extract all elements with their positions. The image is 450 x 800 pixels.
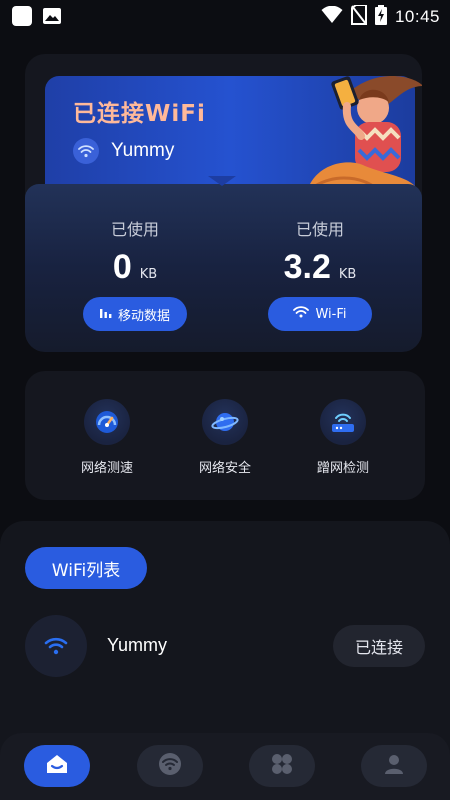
network-status-button[interactable]: 已连接 [333, 625, 425, 667]
home-icon [45, 753, 69, 779]
banner-notch [208, 176, 236, 186]
image-icon [42, 6, 62, 26]
router-icon [320, 399, 366, 445]
planet-shield-icon [202, 399, 248, 445]
bar-chart-icon [99, 306, 112, 322]
tool-speed-test-label: 网络测速 [80, 461, 133, 476]
mobile-usage-value: 0 [112, 248, 132, 286]
tool-leech-detection-label: 蹭网检测 [316, 461, 369, 476]
wifi-usage-label: 已使用 [295, 220, 344, 239]
tool-security-label: 网络安全 [198, 461, 251, 476]
connection-card: 已连接WiFi Yummy 已使用 0 KB 移动数据 已使用 3.2 KB W… [25, 54, 422, 352]
tools-card: 网络测速 网络安全 蹭网检测 [25, 371, 425, 500]
battery-charging-icon [374, 5, 387, 29]
wifi-signal-icon [321, 5, 343, 28]
user-icon [383, 753, 405, 779]
status-time: 10:45 [394, 7, 440, 26]
nav-home[interactable] [24, 745, 90, 787]
speedometer-icon [84, 399, 130, 445]
wifi-data-button-label: Wi-Fi [315, 306, 347, 322]
list-item[interactable]: Yummy 已连接 [25, 615, 425, 677]
wifi-usage-value: 3.2 [283, 248, 331, 286]
nav-wifi[interactable] [137, 745, 203, 787]
network-name: Yummy [107, 635, 168, 655]
status-bar: 10:45 [0, 0, 450, 32]
mobile-usage-unit: KB [139, 267, 158, 282]
connected-ssid: Yummy [111, 140, 175, 161]
mobile-usage: 已使用 0 KB 移动数据 [55, 184, 215, 331]
wifi-icon [293, 306, 310, 322]
tool-speed-test[interactable]: 网络测速 [57, 399, 157, 476]
wifi-list-tab[interactable]: WiFi列表 [25, 547, 147, 589]
bottom-nav [0, 733, 450, 800]
nav-profile[interactable] [361, 745, 427, 787]
wifi-icon [158, 752, 182, 780]
mobile-data-button-label: 移动数据 [117, 308, 170, 324]
mobile-data-button[interactable]: 移动数据 [83, 297, 187, 331]
tool-leech-detection[interactable]: 蹭网检测 [293, 399, 393, 476]
mobile-usage-label: 已使用 [110, 220, 159, 239]
wifi-icon [73, 138, 99, 164]
grid-icon [270, 752, 294, 780]
usage-panel: 已使用 0 KB 移动数据 已使用 3.2 KB Wi-Fi [25, 184, 422, 352]
wifi-usage: 已使用 3.2 KB Wi-Fi [240, 184, 400, 331]
wifi-icon [25, 615, 87, 677]
no-sim-icon [350, 4, 367, 29]
tool-security[interactable]: 网络安全 [175, 399, 275, 476]
nav-tools[interactable] [249, 745, 315, 787]
wifi-data-button[interactable]: Wi-Fi [268, 297, 372, 331]
wifi-usage-unit: KB [338, 267, 357, 282]
square-icon [12, 6, 32, 26]
connection-title: 已连接WiFi [73, 101, 206, 127]
